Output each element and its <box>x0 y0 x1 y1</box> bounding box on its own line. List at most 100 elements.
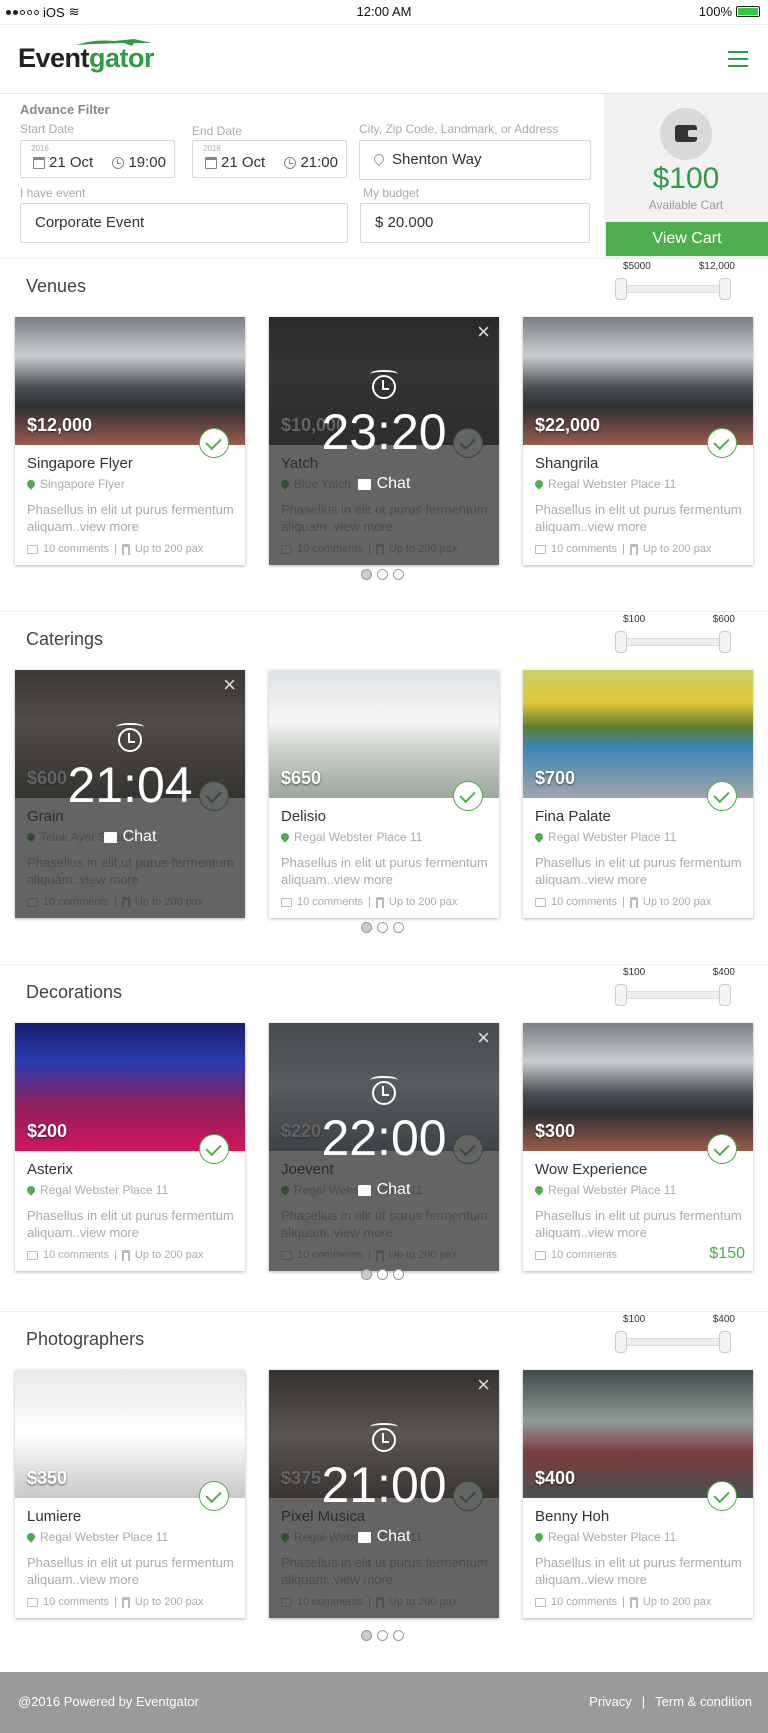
privacy-link[interactable]: Privacy <box>589 1694 632 1709</box>
pager-dot[interactable] <box>361 922 372 933</box>
start-year: 2016 <box>31 144 49 153</box>
price-range-slider[interactable]: $100 $400 <box>615 1314 735 1353</box>
listing-description[interactable]: Phasellus in elit ut purus fermentum ali… <box>535 854 745 888</box>
pager-dot[interactable] <box>361 569 372 580</box>
listing-meta: 10 comments | Up to 200 pax <box>27 1596 203 1608</box>
chat-button[interactable]: Chat <box>269 1181 499 1199</box>
check-icon[interactable] <box>199 428 229 458</box>
end-date-field[interactable]: 2016 21 Oct 21:00 <box>192 140 347 178</box>
listing-card[interactable]: $10,000 Yatch Blue Yatch Phasellus in el… <box>269 317 499 565</box>
listing-location: Regal Webster Place 11 <box>40 1530 169 1544</box>
comment-icon <box>27 1597 38 1607</box>
person-icon <box>629 896 638 908</box>
chat-icon <box>357 1184 371 1196</box>
slider-min-handle[interactable] <box>615 1331 627 1353</box>
listing-description[interactable]: Phasellus in elit ut purus fermentum ali… <box>535 501 745 535</box>
location-pin-icon <box>25 478 37 490</box>
check-icon[interactable] <box>453 781 483 811</box>
listing-price: $200 <box>27 1121 68 1141</box>
pager-dot[interactable] <box>361 1630 372 1641</box>
listing-description[interactable]: Phasellus in elit ut purus fermentum ali… <box>535 1207 745 1241</box>
listing-card[interactable]: $600 Grain Telok Ayer Street Phasellus i… <box>15 670 245 918</box>
pager-dot[interactable] <box>393 1269 404 1280</box>
slider-max-handle[interactable] <box>719 984 731 1006</box>
price-range-slider[interactable]: $100 $600 <box>615 614 735 653</box>
listing-name: Asterix <box>27 1161 73 1178</box>
eventgator-logo[interactable]: Eventgator <box>18 39 155 74</box>
hamburger-menu-icon[interactable] <box>728 51 748 67</box>
close-icon[interactable]: × <box>477 1025 490 1051</box>
countdown-timer: 22:00 <box>321 1110 447 1166</box>
check-icon[interactable] <box>199 1481 229 1511</box>
comments-count: 10 comments <box>551 896 618 908</box>
listing-card[interactable]: $22,000 Shangrila Regal Webster Place 11… <box>523 317 753 565</box>
listing-card[interactable]: $220 Joevent Regal Webster Place 11 Phas… <box>269 1023 499 1271</box>
listing-description[interactable]: Phasellus in elit ut purus fermentum ali… <box>27 1207 237 1241</box>
location-pin-icon <box>371 151 387 167</box>
city-input[interactable]: Shenton Way <box>359 140 591 180</box>
pager-dot[interactable] <box>377 569 388 580</box>
close-icon[interactable]: × <box>477 1372 490 1398</box>
check-icon[interactable] <box>199 1134 229 1164</box>
comments-count: 10 comments <box>43 1596 110 1608</box>
close-icon[interactable]: × <box>223 672 236 698</box>
pager-dot[interactable] <box>377 922 388 933</box>
section-title: Caterings <box>26 629 104 649</box>
budget-input[interactable]: $ 20.000 <box>360 203 590 243</box>
price-range-slider[interactable]: $5000 $12,000 <box>615 261 735 300</box>
listing-card[interactable]: $300 Wow Experience Regal Webster Place … <box>523 1023 753 1271</box>
comment-icon <box>535 897 546 907</box>
slider-min-handle[interactable] <box>615 984 627 1006</box>
slider-max-handle[interactable] <box>719 278 731 300</box>
listing-location: Regal Webster Place 11 <box>548 1530 677 1544</box>
check-icon[interactable] <box>707 428 737 458</box>
pager-dot[interactable] <box>393 569 404 580</box>
terms-link[interactable]: Term & condition <box>655 1694 752 1709</box>
meta-divider: | <box>622 896 625 908</box>
logo-text-event: Event <box>18 43 90 73</box>
listing-card[interactable]: $350 Lumiere Regal Webster Place 11 Phas… <box>15 1370 245 1618</box>
pager-dot[interactable] <box>361 1269 372 1280</box>
listing-location: Regal Webster Place 11 <box>548 1183 677 1197</box>
slider-min-handle[interactable] <box>615 278 627 300</box>
pager-dot[interactable] <box>393 922 404 933</box>
listing-card[interactable]: $200 Asterix Regal Webster Place 11 Phas… <box>15 1023 245 1271</box>
listing-meta: 10 comments | Up to 200 pax <box>535 543 711 555</box>
check-icon[interactable] <box>707 1481 737 1511</box>
chat-label: Chat <box>376 1181 411 1198</box>
listing-card[interactable]: $700 Fina Palate Regal Webster Place 11 … <box>523 670 753 918</box>
listing-price: $700 <box>535 768 576 788</box>
pager-dot[interactable] <box>393 1630 404 1641</box>
slider-max-handle[interactable] <box>719 631 731 653</box>
person-icon <box>121 1249 130 1261</box>
alarm-clock-icon <box>370 1076 398 1105</box>
pager-dot[interactable] <box>377 1269 388 1280</box>
listing-description[interactable]: Phasellus in elit ut purus fermentum ali… <box>27 1554 237 1588</box>
slider-max-handle[interactable] <box>719 1331 731 1353</box>
start-date-field[interactable]: 2016 21 Oct 19:00 <box>20 140 175 178</box>
slider-max-label: $400 <box>712 967 735 978</box>
listing-description[interactable]: Phasellus in elit ut purus fermentum ali… <box>535 1554 745 1588</box>
close-icon[interactable]: × <box>477 319 490 345</box>
pager-dot[interactable] <box>377 1630 388 1641</box>
location-pin-icon <box>533 831 545 843</box>
event-input[interactable]: Corporate Event <box>20 203 348 243</box>
chat-button[interactable]: Chat <box>269 1528 499 1546</box>
listing-card[interactable]: $12,000 Singapore Flyer Singapore Flyer … <box>15 317 245 565</box>
listing-description[interactable]: Phasellus in elit ut purus fermentum ali… <box>281 854 491 888</box>
chat-label: Chat <box>376 1528 411 1545</box>
listing-card[interactable]: $400 Benny Hoh Regal Webster Place 11 Ph… <box>523 1370 753 1618</box>
meta-divider: | <box>114 543 117 555</box>
listing-card[interactable]: $650 Delisio Regal Webster Place 11 Phas… <box>269 670 499 918</box>
view-cart-button[interactable]: View Cart <box>606 222 768 256</box>
check-icon[interactable] <box>707 781 737 811</box>
chat-button[interactable]: Chat <box>15 828 245 846</box>
check-icon[interactable] <box>707 1134 737 1164</box>
listing-card[interactable]: $375 Pixel Musica Regal Webster Place 11… <box>269 1370 499 1618</box>
price-range-slider[interactable]: $100 $400 <box>615 967 735 1006</box>
countdown-overlay: × 21:00 Chat <box>269 1370 499 1618</box>
slider-min-handle[interactable] <box>615 631 627 653</box>
chat-button[interactable]: Chat <box>269 475 499 493</box>
listing-description[interactable]: Phasellus in elit ut purus fermentum ali… <box>27 501 237 535</box>
slider-max-label: $400 <box>712 1314 735 1325</box>
